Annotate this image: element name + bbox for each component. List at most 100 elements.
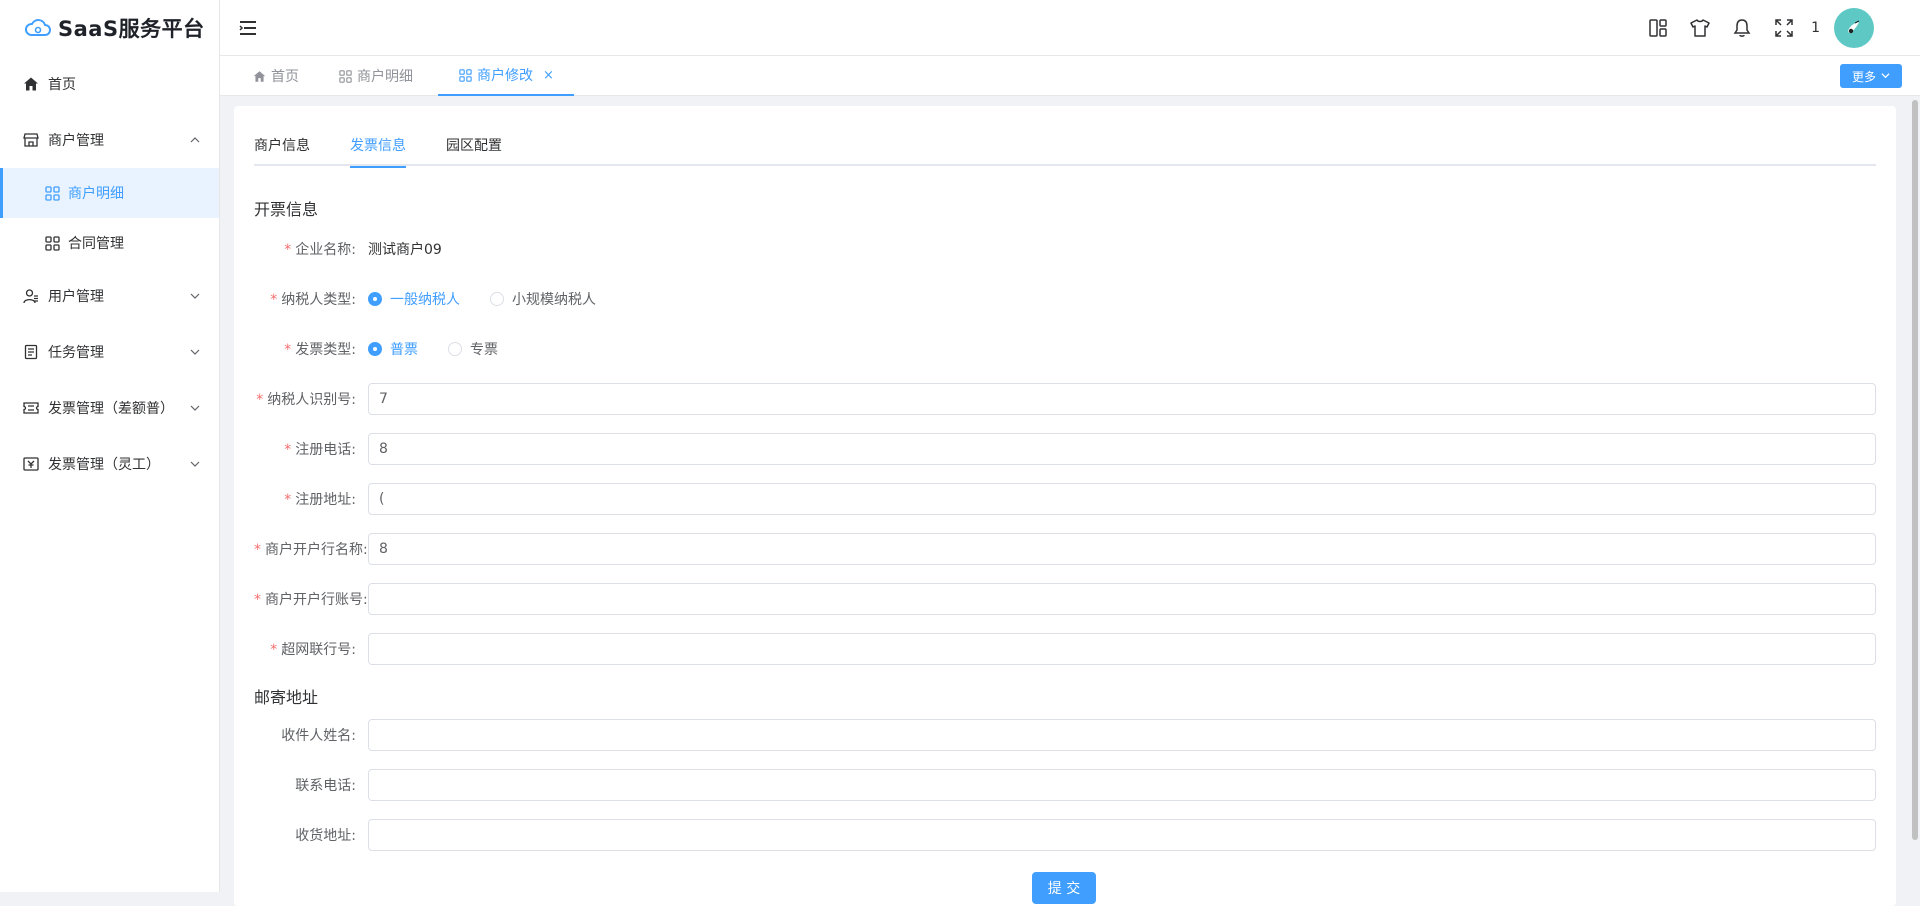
tab-invoice-info[interactable]: 发票信息 [350,126,406,168]
company-name-value: 测试商户09 [368,242,442,258]
invoice-type-label: * 发票类型: [284,342,356,358]
tag-home[interactable]: 首页 [252,56,299,96]
sidebar-menu: 首页 商户管理 商户明细 合同管理 用户管理 任务管理 发票管理（差额普） 发票… [0,56,219,492]
required-mark: * [254,542,261,558]
tag-merchant-edit[interactable]: 商户修改 × [438,56,574,96]
grid-icon [338,69,352,83]
company-name-label: * 企业名称: [284,242,356,258]
avatar[interactable] [1834,7,1874,48]
sidebar-item-label: 商户明细 [68,186,124,202]
app-logo[interactable]: SaaS服务平台 [0,0,219,56]
sidebar-item-label: 发票管理（差额普） [48,401,174,417]
tag-label: 商户修改 [477,68,533,84]
radio-dot [368,342,382,356]
bank-name-input[interactable] [368,533,1876,565]
submit-button[interactable]: 提 交 [1032,872,1096,904]
home-icon [22,75,40,93]
radio-small-taxpayer[interactable]: 小规模纳税人 [490,289,596,309]
taxpayer-type-label: * 纳税人类型: [270,292,356,308]
sidebar-item-label: 任务管理 [48,345,104,361]
layout-icon[interactable] [1637,7,1679,49]
user-icon [22,287,40,305]
bank-account-input[interactable] [368,583,1876,615]
page-scrollbar[interactable] [1912,100,1918,840]
tax-id-label: * 纳税人识别号: [256,392,356,408]
sidebar-item-label: 用户管理 [48,289,104,305]
menu-toggle-icon[interactable] [238,18,258,38]
top-header: 1 [220,0,1920,56]
fullscreen-icon[interactable] [1763,7,1805,49]
tab-merchant-info[interactable]: 商户信息 [254,126,310,166]
tag-label: 商户明细 [357,69,413,85]
required-mark: * [270,642,278,658]
radio-normal-invoice[interactable]: 普票 [368,339,418,359]
required-mark: * [256,392,264,408]
reg-address-label: * 注册地址: [284,492,356,508]
task-icon [22,343,40,361]
grid-icon [44,185,60,201]
chevron-down-icon [189,458,201,470]
sidebar-item-task-management[interactable]: 任务管理 [0,324,219,380]
sidebar-item-home[interactable]: 首页 [0,56,219,112]
delivery-address-input[interactable] [368,819,1876,851]
page-tabs: 商户信息 发票信息 园区配置 [254,126,1876,168]
radio-special-invoice[interactable]: 专票 [448,339,498,359]
chevron-down-icon [189,402,201,414]
sidebar-item-user-management[interactable]: 用户管理 [0,268,219,324]
bank-name-row: * 商户开户行名称: [254,532,1876,566]
contact-phone-label: 联系电话: [295,778,356,794]
theme-shirt-icon[interactable] [1679,7,1721,49]
required-mark: * [284,442,292,458]
swift-no-input[interactable] [368,633,1876,665]
recipient-label: 收件人姓名: [281,728,356,744]
content-card: 商户信息 发票信息 园区配置 开票信息 * 企业名称: 测试商户09 * 纳税人类型… [234,106,1896,906]
chevron-down-icon [1881,69,1890,83]
chevron-down-icon [189,290,201,302]
required-mark: * [284,492,292,508]
required-mark: * [284,342,292,358]
grid-icon [458,68,472,82]
sidebar-item-label: 发票管理（灵工） [48,457,160,473]
sidebar-item-merchant-detail[interactable]: 商户明细 [0,168,219,218]
radio-dot [368,292,382,306]
company-name-row: * 企业名称: 测试商户09 [254,232,1876,266]
recipient-input[interactable] [368,719,1876,751]
bell-icon[interactable] [1721,7,1763,49]
taxpayer-type-radio-group: 一般纳税人 小规模纳税人 [368,289,626,309]
app-title: SaaS服务平台 [58,17,205,41]
home-icon [252,69,266,83]
required-mark: * [254,592,261,608]
required-mark: * [270,292,278,308]
delivery-address-row: 收货地址: [254,818,1876,852]
sidebar-item-contract-management[interactable]: 合同管理 [0,218,219,268]
chevron-up-icon [189,134,201,146]
tags-view-bar: 首页 商户明细 商户修改 × 更多 [220,56,1920,96]
contact-phone-input[interactable] [368,769,1876,801]
ticket-icon [22,399,40,417]
reg-address-input[interactable] [368,483,1876,515]
notification-count: 1 [1811,19,1820,36]
tab-park-config[interactable]: 园区配置 [446,126,502,166]
mail-section-title: 邮寄地址 [254,688,319,707]
tax-id-row: * 纳税人识别号: [254,382,1876,416]
tag-merchant-detail[interactable]: 商户明细 [338,56,413,96]
tax-id-input[interactable] [368,383,1876,415]
tag-label: 首页 [271,69,299,85]
shop-icon [22,131,40,149]
required-mark: * [284,242,292,258]
sidebar-item-invoice-diff[interactable]: 发票管理（差额普） [0,380,219,436]
sidebar-item-invoice-flex[interactable]: 发票管理（灵工） [0,436,219,492]
swift-no-label: * 超网联行号: [270,642,356,658]
close-icon[interactable]: × [543,68,554,83]
more-button[interactable]: 更多 [1839,64,1902,88]
sidebar-item-merchant-management[interactable]: 商户管理 [0,112,219,168]
reg-phone-input[interactable] [368,433,1876,465]
sidebar-item-label: 商户管理 [48,133,104,149]
radio-general-taxpayer[interactable]: 一般纳税人 [368,289,460,309]
bank-account-row: * 商户开户行账号: [254,582,1876,616]
more-button-label: 更多 [1851,69,1876,84]
taxpayer-type-row: * 纳税人类型: 一般纳税人 小规模纳税人 [254,282,1876,316]
recipient-row: 收件人姓名: [254,718,1876,752]
sidebar-item-label: 首页 [48,77,76,93]
cloud-logo-icon [25,19,51,36]
